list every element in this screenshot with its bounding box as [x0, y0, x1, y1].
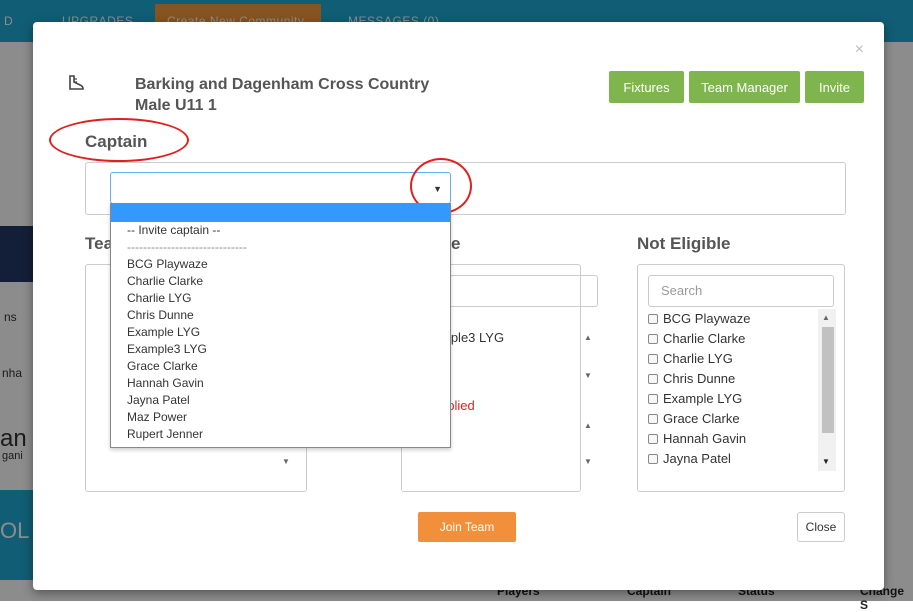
- list-item-label: Charlie LYG: [663, 351, 733, 366]
- list-item[interactable]: Hannah Gavin: [648, 429, 746, 449]
- dropdown-option[interactable]: Chris Dunne: [111, 307, 450, 324]
- dropdown-option[interactable]: Jayna Patel: [111, 392, 450, 409]
- invite-button[interactable]: Invite: [805, 71, 864, 103]
- shoe-icon: [69, 75, 84, 90]
- list-item[interactable]: Example LYG: [648, 389, 742, 409]
- dropdown-separator: ------------------------------: [127, 240, 247, 254]
- dropdown-option-selected[interactable]: [111, 204, 450, 222]
- annotation-oval: [49, 118, 189, 162]
- list-item[interactable]: Charlie LYG: [648, 349, 733, 369]
- scroll-up-icon[interactable]: ▲: [584, 333, 592, 342]
- checkbox[interactable]: [648, 394, 658, 404]
- not-eligible-search-input[interactable]: Search: [648, 275, 834, 307]
- checkbox[interactable]: [648, 414, 658, 424]
- team-title-line1: Barking and Dagenham Cross Country: [135, 76, 430, 93]
- captain-dropdown-list[interactable]: -- Invite captain -- -------------------…: [110, 203, 451, 448]
- scroll-down-icon[interactable]: ▼: [282, 457, 290, 466]
- not-eligible-panel: Search BCG Playwaze Charlie Clarke Charl…: [637, 264, 845, 492]
- scroll-down-icon[interactable]: ▼: [822, 457, 830, 466]
- list-item-label: Charlie Clarke: [663, 331, 746, 346]
- team-modal: × Barking and Dagenham Cross Country Mal…: [33, 22, 884, 590]
- eligible-label: e: [451, 234, 461, 253]
- list-item[interactable]: Grace Clarke: [648, 409, 740, 429]
- list-item[interactable]: Charlie Clarke: [648, 329, 745, 349]
- scrollbar[interactable]: ▲ ▼: [818, 309, 836, 471]
- not-eligible-label: Not Eligible: [637, 234, 731, 253]
- list-item[interactable]: Chris Dunne: [648, 369, 735, 389]
- team-label: Tea: [85, 234, 114, 253]
- dropdown-option[interactable]: Maz Power: [111, 409, 450, 426]
- close-button[interactable]: Close: [797, 512, 845, 542]
- scroll-up-icon[interactable]: ▲: [584, 421, 592, 430]
- scroll-down-icon[interactable]: ▼: [584, 457, 592, 466]
- dropdown-option[interactable]: Charlie LYG: [111, 290, 450, 307]
- dropdown-option[interactable]: Hannah Gavin: [111, 375, 450, 392]
- list-item-label: Jayna Patel: [663, 451, 731, 466]
- team-manager-button[interactable]: Team Manager: [689, 71, 800, 103]
- dropdown-option[interactable]: Example LYG: [111, 324, 450, 341]
- dropdown-option[interactable]: Rupert Jenner: [111, 426, 450, 443]
- list-item[interactable]: Jayna Patel: [648, 449, 731, 469]
- list-item-label: Chris Dunne: [663, 371, 736, 386]
- checkbox[interactable]: [648, 374, 658, 384]
- list-item-label: Hannah Gavin: [663, 431, 747, 446]
- fixtures-button[interactable]: Fixtures: [609, 71, 684, 103]
- scrollbar-thumb[interactable]: [822, 327, 834, 433]
- dropdown-option[interactable]: Example3 LYG: [111, 341, 450, 358]
- dropdown-option[interactable]: BCG Playwaze: [111, 256, 450, 273]
- checkbox[interactable]: [648, 334, 658, 344]
- team-title-line2: Male U11 1: [135, 97, 217, 114]
- checkbox[interactable]: [648, 354, 658, 364]
- join-team-button[interactable]: Join Team: [418, 512, 516, 542]
- team-title: Barking and Dagenham Cross Country Male …: [135, 74, 429, 116]
- list-item[interactable]: BCG Playwaze: [648, 309, 750, 329]
- list-item-label: BCG Playwaze: [663, 311, 751, 326]
- scroll-up-icon[interactable]: ▲: [822, 313, 830, 322]
- captain-select[interactable]: ▼: [110, 172, 451, 204]
- dropdown-option[interactable]: -- Invite captain --: [111, 222, 450, 239]
- close-icon[interactable]: ×: [855, 41, 864, 59]
- dropdown-option[interactable]: Grace Clarke: [111, 358, 450, 375]
- checkbox[interactable]: [648, 314, 658, 324]
- checkbox[interactable]: [648, 454, 658, 464]
- list-item-label: Example LYG: [663, 391, 743, 406]
- dropdown-option[interactable]: Charlie Clarke: [111, 273, 450, 290]
- checkbox[interactable]: [648, 434, 658, 444]
- scroll-down-icon[interactable]: ▼: [584, 371, 592, 380]
- list-item-label: Grace Clarke: [663, 411, 740, 426]
